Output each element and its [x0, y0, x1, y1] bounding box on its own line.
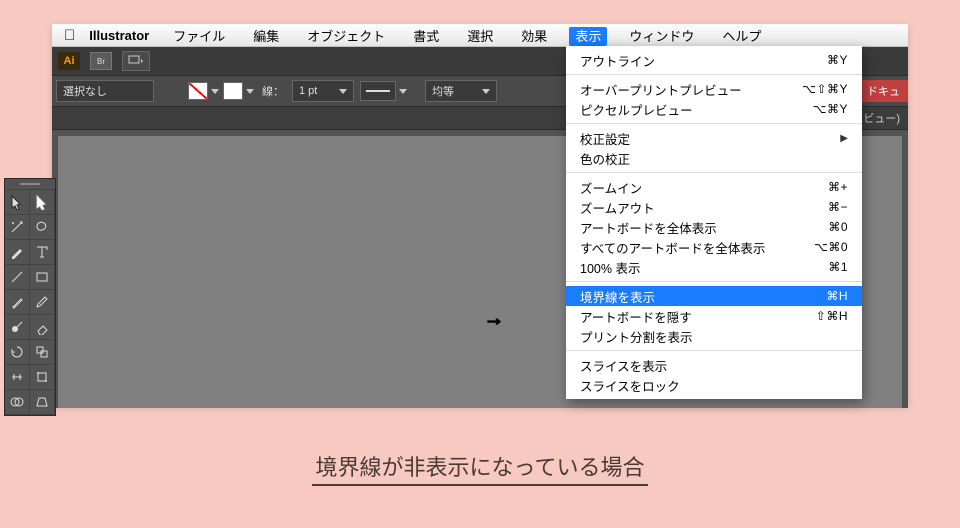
- menubar-item-表示[interactable]: 表示: [569, 27, 607, 46]
- tool-magic-wand[interactable]: [5, 215, 30, 240]
- menu-item-label: ズームイン: [580, 178, 642, 197]
- menu-item-100% 表示[interactable]: 100% 表示 ⌘1: [566, 257, 862, 277]
- tool-line[interactable]: [5, 265, 30, 290]
- menu-item-shortcut: ⌘Y: [827, 53, 848, 67]
- menubar-item-選択[interactable]: 選択: [461, 27, 499, 46]
- menubar-item-ファイル[interactable]: ファイル: [167, 27, 231, 46]
- chevron-down-icon[interactable]: [211, 89, 219, 94]
- tool-lasso[interactable]: [30, 215, 55, 240]
- menu-item-label: ズームアウト: [580, 198, 655, 217]
- mac-menubar:  Illustrator ファイル編集オブジェクト書式選択効果表示ウィンドウヘ…: [52, 24, 908, 47]
- menu-item-プリント分割を表示[interactable]: プリント分割を表示: [566, 326, 862, 346]
- ai-logo-icon: Ai: [58, 52, 80, 70]
- tool-rotate[interactable]: [5, 340, 30, 365]
- menu-item-label: 100% 表示: [580, 258, 640, 277]
- menu-item-label: スライスをロック: [580, 376, 680, 395]
- menu-item-shortcut: ⌘0: [828, 220, 848, 234]
- menu-item-境界線を表示[interactable]: 境界線を表示 ⌘H: [566, 286, 862, 306]
- stroke-swatch[interactable]: [223, 82, 243, 100]
- stroke-weight-input[interactable]: 1 pt: [292, 80, 354, 102]
- menu-item-label: 境界線を表示: [580, 287, 655, 306]
- tool-width[interactable]: [5, 365, 30, 390]
- tool-selection[interactable]: [5, 190, 30, 215]
- line-style-dropdown[interactable]: [360, 81, 396, 101]
- menu-item-スライスをロック[interactable]: スライスをロック: [566, 375, 862, 395]
- menu-item-アートボードを全体表示[interactable]: アートボードを全体表示 ⌘0: [566, 217, 862, 237]
- menu-item-label: すべてのアートボードを全体表示: [580, 238, 765, 257]
- menu-item-label: 校正設定: [580, 129, 630, 148]
- menu-item-shortcut: ⌥⇧⌘Y: [802, 82, 848, 96]
- annotation-arrow-icon: →: [484, 308, 504, 331]
- uniform-dropdown[interactable]: 均等: [425, 80, 497, 102]
- menubar-item-オブジェクト[interactable]: オブジェクト: [301, 27, 391, 46]
- menu-item-shortcut: ⌘1: [828, 260, 848, 274]
- tool-brush[interactable]: [5, 290, 30, 315]
- fill-swatch[interactable]: [188, 82, 208, 100]
- menubar-item-ウィンドウ[interactable]: ウィンドウ: [623, 27, 700, 46]
- menu-item-shortcut: ⇧⌘H: [816, 309, 848, 323]
- menu-item-label: プリント分割を表示: [580, 327, 693, 346]
- workspace-dropdown[interactable]: [122, 51, 150, 71]
- tool-shape-builder[interactable]: [5, 390, 30, 415]
- tool-scale[interactable]: [30, 340, 55, 365]
- caption: 境界線が非表示になっている場合: [0, 450, 960, 482]
- menu-item-アウトライン[interactable]: アウトライン ⌘Y: [566, 50, 862, 70]
- menu-item-色の校正[interactable]: 色の校正: [566, 148, 862, 168]
- tools-grip[interactable]: [5, 179, 55, 190]
- menu-item-label: アートボードを全体表示: [580, 218, 717, 237]
- menu-item-ピクセルプレビュー[interactable]: ピクセルプレビュー ⌥⌘Y: [566, 99, 862, 119]
- menu-item-label: 色の校正: [580, 149, 630, 168]
- selection-info: 選択なし: [56, 80, 154, 102]
- menubar-item-編集[interactable]: 編集: [247, 27, 285, 46]
- menu-item-shortcut: ⌘−: [828, 200, 848, 214]
- tool-rectangle[interactable]: [30, 265, 55, 290]
- menu-item-label: ピクセルプレビュー: [580, 100, 693, 119]
- menubar-item-効果[interactable]: 効果: [515, 27, 553, 46]
- menu-item-校正設定[interactable]: 校正設定: [566, 128, 862, 148]
- chevron-down-icon[interactable]: [246, 89, 254, 94]
- stroke-label: 線：: [262, 83, 284, 99]
- tool-eraser[interactable]: [30, 315, 55, 340]
- tool-pencil[interactable]: [30, 290, 55, 315]
- menu-item-ズームアウト[interactable]: ズームアウト ⌘−: [566, 197, 862, 217]
- tool-direct-selection[interactable]: [30, 190, 55, 215]
- menu-item-ズームイン[interactable]: ズームイン ⌘+: [566, 177, 862, 197]
- menu-item-すべてのアートボードを全体表示[interactable]: すべてのアートボードを全体表示 ⌥⌘0: [566, 237, 862, 257]
- app-window:  Illustrator ファイル編集オブジェクト書式選択効果表示ウィンドウヘ…: [52, 24, 908, 406]
- view-menu-dropdown: アウトライン ⌘Y オーバープリントプレビュー ⌥⇧⌘Y ピクセルプレビュー ⌥⌘Y 校正設…: [566, 46, 862, 399]
- apple-icon[interactable]: : [64, 27, 75, 44]
- app-name[interactable]: Illustrator: [89, 28, 149, 43]
- tool-free-transform[interactable]: [30, 365, 55, 390]
- menu-item-label: アウトライン: [580, 51, 655, 70]
- bridge-badge[interactable]: Br: [90, 52, 112, 70]
- tool-type[interactable]: [30, 240, 55, 265]
- menubar-item-書式[interactable]: 書式: [407, 27, 445, 46]
- document-setup-button[interactable]: ドキュ: [859, 80, 908, 102]
- tool-perspective[interactable]: [30, 390, 55, 415]
- menu-item-shortcut: ⌘+: [828, 180, 848, 194]
- menu-item-label: アートボードを隠す: [580, 307, 692, 326]
- menu-item-shortcut: ⌥⌘Y: [813, 102, 848, 116]
- chevron-down-icon[interactable]: [399, 89, 407, 94]
- tool-blob-brush[interactable]: [5, 315, 30, 340]
- tool-pen[interactable]: [5, 240, 30, 265]
- menu-item-オーバープリントプレビュー[interactable]: オーバープリントプレビュー ⌥⇧⌘Y: [566, 79, 862, 99]
- menu-item-label: スライスを表示: [580, 356, 667, 375]
- menu-item-スライスを表示[interactable]: スライスを表示: [566, 355, 862, 375]
- tools-panel: [4, 178, 56, 416]
- menu-item-shortcut: ⌘H: [826, 289, 848, 303]
- menu-item-label: オーバープリントプレビュー: [580, 80, 742, 99]
- menubar-item-ヘルプ[interactable]: ヘルプ: [716, 27, 767, 46]
- menu-item-アートボードを隠す[interactable]: アートボードを隠す ⇧⌘H: [566, 306, 862, 326]
- menu-item-shortcut: ⌥⌘0: [814, 240, 848, 254]
